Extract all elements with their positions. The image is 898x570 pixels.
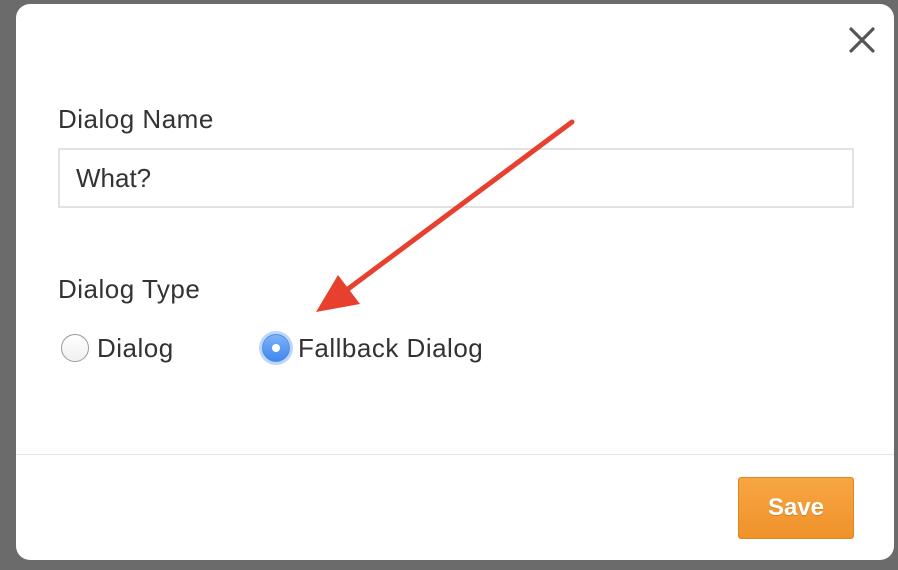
radio-option-fallback-dialog[interactable]: Fallback Dialog — [262, 330, 483, 366]
close-icon — [849, 27, 875, 53]
radio-option-dialog[interactable]: Dialog — [61, 330, 174, 366]
dialog-name-label: Dialog Name — [58, 104, 214, 134]
dialog-modal: Dialog Name Dialog Type Dialog Fallback … — [16, 4, 894, 560]
save-button[interactable]: Save — [738, 477, 854, 539]
radio-button-fallback-dialog[interactable] — [262, 334, 290, 362]
radio-label-fallback-dialog: Fallback Dialog — [298, 332, 484, 363]
dialog-name-input[interactable] — [58, 148, 854, 208]
close-button[interactable] — [844, 22, 880, 58]
dialog-type-label: Dialog Type — [58, 274, 201, 304]
footer-divider — [16, 454, 894, 455]
radio-label-dialog: Dialog — [97, 332, 174, 363]
radio-button-dialog[interactable] — [61, 334, 89, 362]
